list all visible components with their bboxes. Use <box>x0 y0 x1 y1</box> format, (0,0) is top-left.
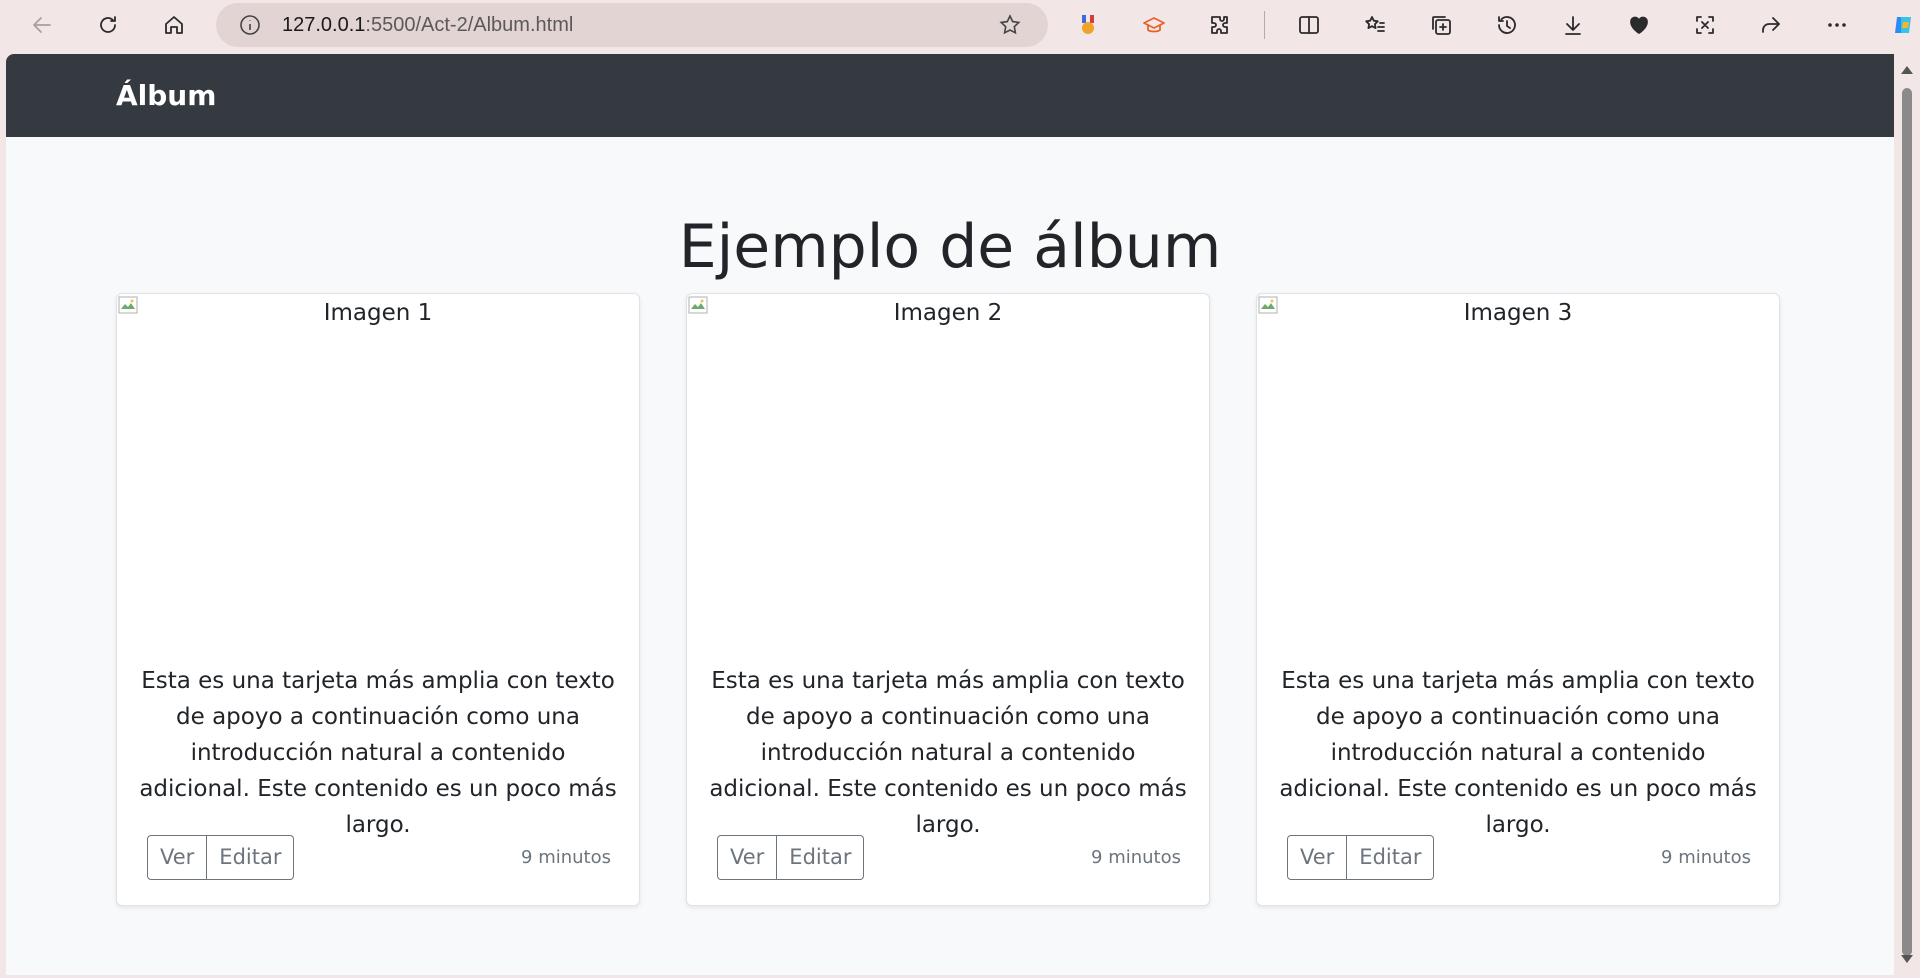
favorites-list-icon <box>1365 16 1385 32</box>
card-time: 9 minutos <box>1091 846 1181 868</box>
card-text: Esta es una tarjeta más amplia con texto… <box>709 668 1187 838</box>
downloads-button[interactable] <box>1551 5 1595 45</box>
history-icon <box>1498 16 1516 34</box>
card-button-group: Ver Editar <box>147 834 295 880</box>
extension-badge-button[interactable] <box>1066 5 1110 45</box>
page-viewport: Álbum Ejemplo de álbum Imagen 1 Esta es … <box>6 54 1894 975</box>
toolbar-separator <box>1264 11 1265 39</box>
more-button[interactable] <box>1815 5 1859 45</box>
scroll-up-arrow-icon[interactable] <box>1901 66 1913 74</box>
share-icon <box>1762 17 1780 33</box>
page-title: Ejemplo de álbum <box>678 212 1222 282</box>
browser-toolbar: 127.0.0.1:5500/Act-2/Album.html <box>0 0 1920 50</box>
badge-icon <box>1082 15 1094 34</box>
edit-button[interactable]: Editar <box>777 834 865 880</box>
card-image-alt: Imagen 2 <box>893 300 1003 326</box>
view-button[interactable]: Ver <box>717 834 778 880</box>
screenshot-button[interactable] <box>1683 5 1727 45</box>
card-image: Imagen 1 <box>117 294 639 634</box>
navbar-brand[interactable]: Álbum <box>116 79 216 112</box>
card-button-group: Ver Editar <box>717 834 865 880</box>
card-image-alt: Imagen 3 <box>1463 300 1573 326</box>
home-icon <box>165 16 183 34</box>
card-footer: Ver Editar 9 minutos <box>717 834 1181 880</box>
puzzle-icon <box>1211 16 1228 34</box>
edit-button[interactable]: Editar <box>207 834 295 880</box>
download-icon <box>1565 16 1581 35</box>
card-image: Imagen 2 <box>687 294 1209 634</box>
screenshot-icon <box>1696 16 1714 34</box>
address-bar[interactable]: 127.0.0.1:5500/Act-2/Album.html <box>216 3 1048 47</box>
reload-button[interactable] <box>86 5 130 45</box>
vertical-scrollbar[interactable] <box>1894 54 1920 975</box>
collections-icon <box>1432 16 1451 35</box>
heart-pulse-icon <box>1630 16 1648 34</box>
reload-icon <box>100 16 116 33</box>
browser-essentials-button[interactable] <box>1617 5 1661 45</box>
edit-button[interactable]: Editar <box>1347 834 1435 880</box>
card-time: 9 minutos <box>521 846 611 868</box>
split-screen-button[interactable] <box>1287 5 1331 45</box>
url-host: 127.0.0.1 <box>282 13 366 36</box>
card-footer: Ver Editar 9 minutos <box>147 834 611 880</box>
graduation-cap-icon <box>1143 17 1165 33</box>
album-card: Imagen 1 Esta es una tarjeta más amplia … <box>116 293 640 906</box>
card-time: 9 minutos <box>1661 846 1751 868</box>
copilot-button[interactable] <box>1881 5 1920 45</box>
card-footer: Ver Editar 9 minutos <box>1287 834 1751 880</box>
learning-extension-button[interactable] <box>1132 5 1176 45</box>
home-button[interactable] <box>152 5 196 45</box>
card-image-alt: Imagen 1 <box>323 300 433 326</box>
url-path: :5500/Act-2/Album.html <box>365 13 574 36</box>
scroll-down-arrow-icon[interactable] <box>1901 955 1913 963</box>
scroll-thumb[interactable] <box>1902 88 1912 956</box>
card-grid: Imagen 1 Esta es una tarjeta más amplia … <box>116 293 1780 906</box>
view-button[interactable]: Ver <box>1287 834 1348 880</box>
share-button[interactable] <box>1749 5 1793 45</box>
card-image: Imagen 3 <box>1257 294 1779 634</box>
copilot-icon <box>1895 17 1911 33</box>
url-text[interactable]: 127.0.0.1:5500/Act-2/Album.html <box>282 14 573 37</box>
collections-button[interactable] <box>1419 5 1463 45</box>
card-text: Esta es una tarjeta más amplia con texto… <box>139 668 617 838</box>
info-icon[interactable] <box>238 13 262 37</box>
card-text: Esta es una tarjeta más amplia con texto… <box>1279 668 1757 838</box>
favorite-star-icon[interactable] <box>998 13 1022 37</box>
album-card: Imagen 2 Esta es una tarjeta más amplia … <box>686 293 1210 906</box>
favorites-button[interactable] <box>1353 5 1397 45</box>
card-button-group: Ver Editar <box>1287 834 1435 880</box>
navbar: Álbum <box>6 54 1894 137</box>
album-card: Imagen 3 Esta es una tarjeta más amplia … <box>1256 293 1780 906</box>
extensions-button[interactable] <box>1198 5 1242 45</box>
back-button[interactable] <box>20 5 64 45</box>
view-button[interactable]: Ver <box>147 834 208 880</box>
arrow-left-icon <box>33 17 51 33</box>
split-screen-icon <box>1299 16 1319 34</box>
more-dots-icon <box>1828 23 1846 27</box>
history-button[interactable] <box>1485 5 1529 45</box>
